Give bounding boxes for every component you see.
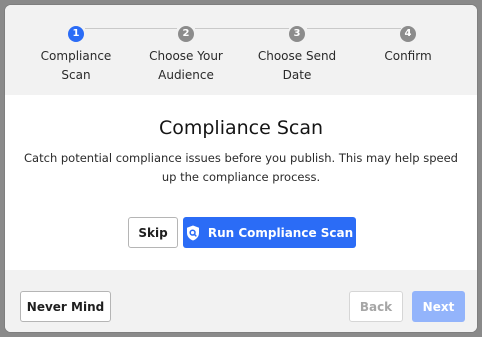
step-number-badge: 2 [178,26,194,42]
step-label: Compliance Scan [40,49,112,82]
step-compliance-scan[interactable]: 1 Compliance Scan [21,21,131,85]
step-confirm[interactable]: 4 Confirm [353,21,463,66]
back-button[interactable]: Back [349,291,403,322]
step-choose-audience[interactable]: 2 Choose Your Audience [131,21,241,85]
never-mind-button[interactable]: Never Mind [20,291,111,322]
next-button[interactable]: Next [412,291,465,322]
run-compliance-scan-label: Run Compliance Scan [207,225,354,240]
step-number-badge: 3 [289,26,305,42]
modal-footer: Never Mind Back Next [5,270,477,332]
run-compliance-scan-button[interactable]: Run Compliance Scan [183,217,356,248]
step-number-badge: 4 [400,26,416,42]
stepper: 1 Compliance Scan 2 Choose Your Audience… [5,5,477,95]
step-label: Choose Send Date [257,49,337,82]
compliance-modal: 1 Compliance Scan 2 Choose Your Audience… [5,5,477,332]
step-label: Choose Your Audience [149,49,223,82]
step-choose-send-date[interactable]: 3 Choose Send Date [242,21,352,85]
skip-button[interactable]: Skip [128,217,178,248]
step-number-badge: 1 [68,26,84,42]
step-label: Confirm [384,49,432,63]
content-panel: Compliance Scan Catch potential complian… [5,95,477,270]
page-title: Compliance Scan [158,117,324,139]
description-text: Catch potential compliance issues before… [24,151,458,184]
shield-search-icon [186,225,199,240]
